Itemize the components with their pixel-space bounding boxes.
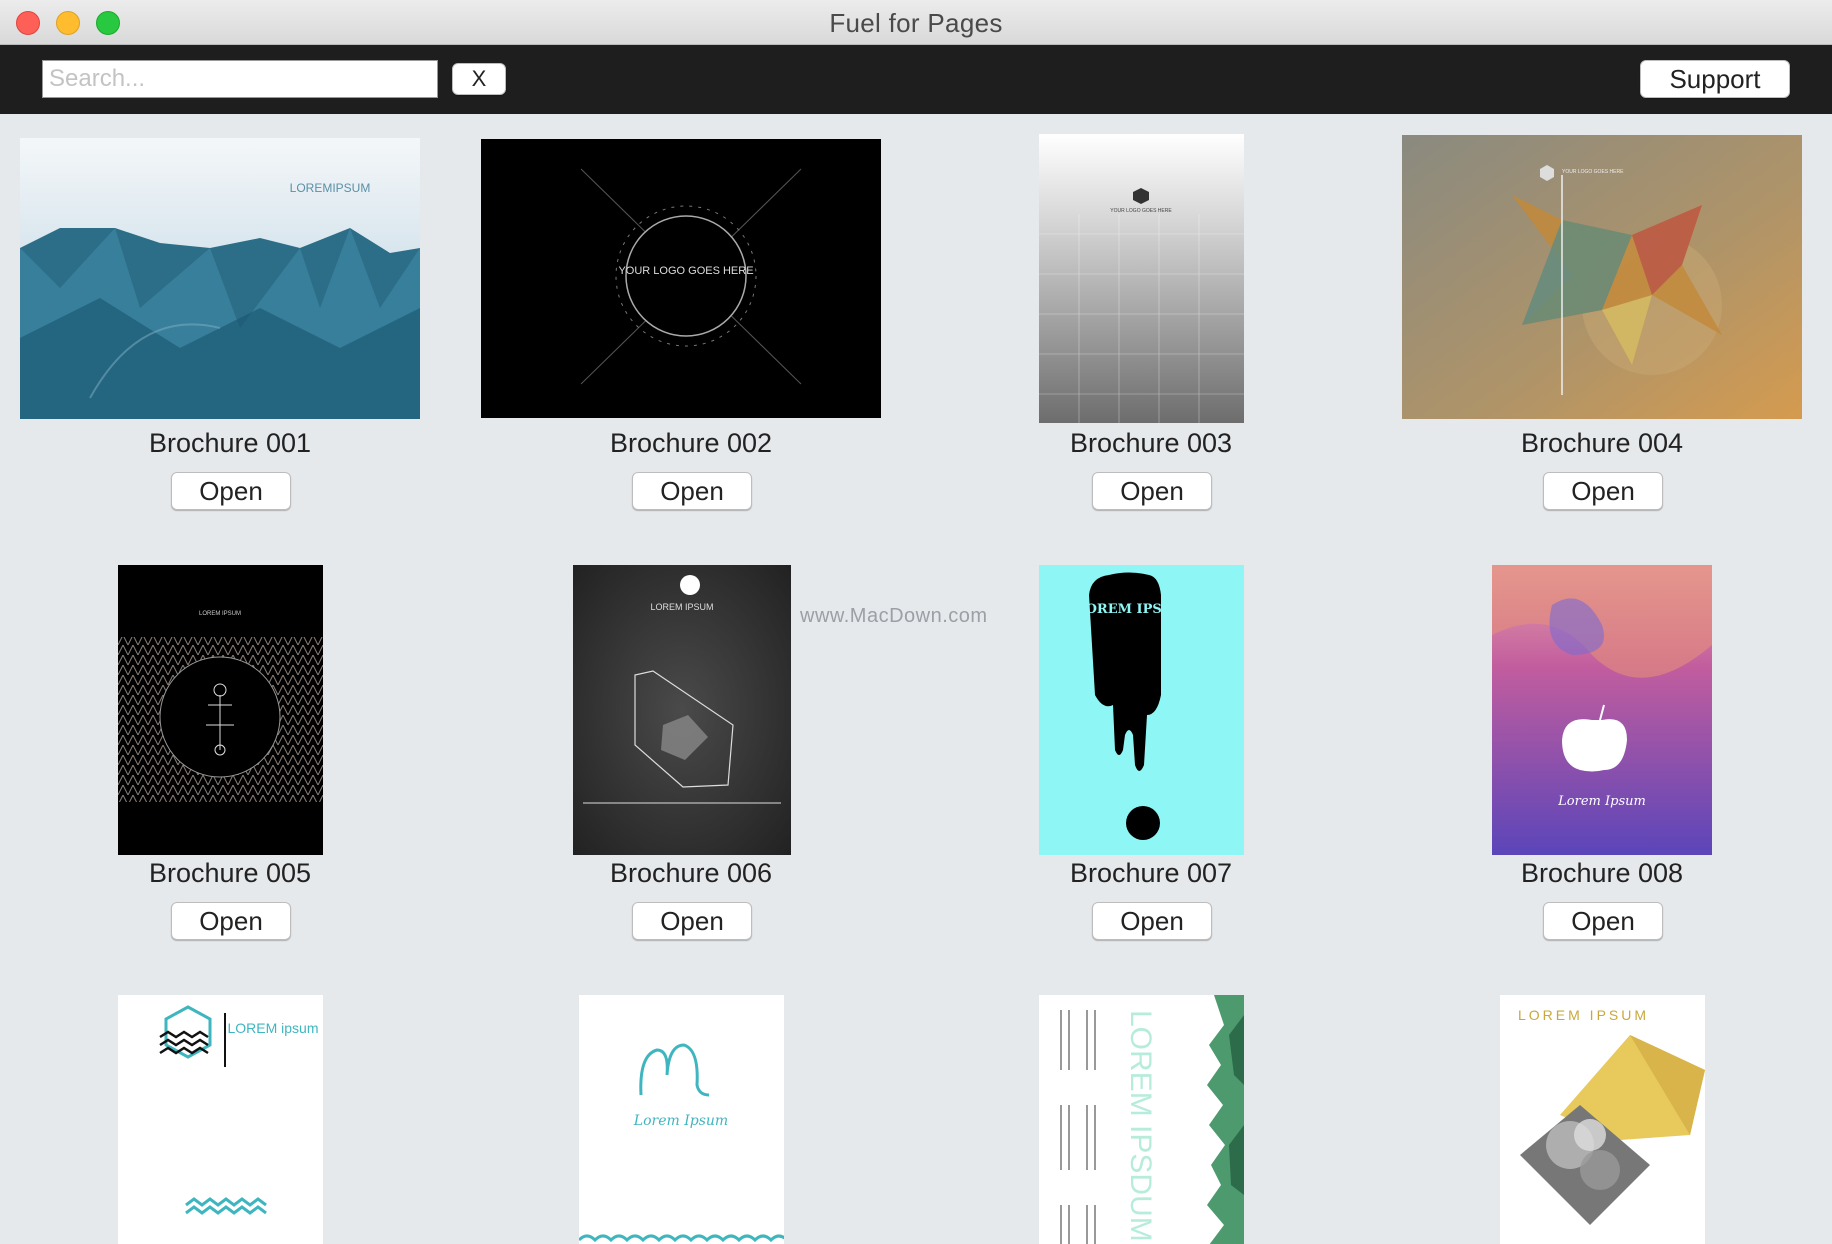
open-button[interactable]: Open (171, 902, 291, 940)
open-button[interactable]: Open (171, 472, 291, 510)
template-grid: LOREMIPSUM Brochure 001 Open YOUR LOGO G… (0, 115, 1832, 1244)
template-name: Brochure 005 (148, 858, 312, 888)
open-button[interactable]: Open (1543, 472, 1663, 510)
thumb-text: LOREM IPSDUM (1124, 1010, 1157, 1242)
thumb-text: Lorem Ipsum (1557, 794, 1646, 809)
thumb-text: YOUR LOGO GOES HERE (1562, 169, 1624, 175)
template-name: Brochure 002 (609, 428, 773, 458)
template-thumbnail[interactable]: Lorem Ipsum (579, 995, 784, 1244)
template-name: Brochure 003 (1069, 428, 1233, 458)
thumb-text: YOUR LOGO GOES HERE (618, 265, 753, 277)
template-thumbnail[interactable]: LOREM IPSUM (573, 565, 791, 855)
thumb-text: LOREM IPSUM (199, 611, 241, 617)
template-thumbnail[interactable]: LOREM IPSUM (118, 565, 323, 855)
template-thumbnail[interactable]: YOUR LOGO GOES HERE (1039, 134, 1244, 423)
thumb-text: LOREM ipsum (227, 1020, 318, 1036)
open-button[interactable]: Open (1092, 472, 1212, 510)
template-thumbnail[interactable]: LOREM IPSUM (1039, 565, 1244, 855)
watermark: www.MacDown.com (800, 605, 988, 627)
thumb-text: LOREM IPSUM (1076, 602, 1187, 617)
open-button[interactable]: Open (1543, 902, 1663, 940)
template-name: Brochure 004 (1520, 428, 1684, 458)
thumb-text: YOUR LOGO GOES HERE (1110, 208, 1172, 214)
support-button[interactable]: Support (1640, 60, 1790, 98)
template-name: Brochure 008 (1520, 858, 1684, 888)
template-thumbnail[interactable]: Lorem Ipsum (1492, 565, 1712, 855)
template-name: Brochure 006 (609, 858, 773, 888)
template-name: Brochure 007 (1069, 858, 1233, 888)
thumb-text: LOREM IPSUM (650, 602, 713, 612)
template-thumbnail[interactable]: YOUR LOGO GOES HERE (481, 139, 881, 418)
template-name: Brochure 001 (148, 428, 312, 458)
template-thumbnail[interactable]: LOREM IPSUM (1500, 995, 1705, 1244)
thumb-text: Lorem Ipsum (633, 1113, 728, 1129)
template-thumbnail[interactable]: LOREMIPSUM (20, 138, 420, 419)
thumb-text: LOREMIPSUM (290, 181, 371, 195)
window-title: Fuel for Pages (829, 8, 1003, 38)
template-thumbnail[interactable]: LOREM ipsum (118, 995, 323, 1244)
thumb-text: LOREM IPSUM (1518, 1007, 1649, 1023)
toolbar: X Support (0, 45, 1832, 114)
clear-search-button[interactable]: X (452, 63, 506, 95)
template-thumbnail[interactable]: YOUR LOGO GOES HERE (1402, 135, 1802, 419)
open-button[interactable]: Open (632, 902, 752, 940)
open-button[interactable]: Open (632, 472, 752, 510)
title-bar: Fuel for Pages (0, 0, 1832, 45)
search-input[interactable] (42, 60, 438, 98)
template-thumbnail[interactable]: LOREM IPSDUM (1039, 995, 1244, 1244)
open-button[interactable]: Open (1092, 902, 1212, 940)
